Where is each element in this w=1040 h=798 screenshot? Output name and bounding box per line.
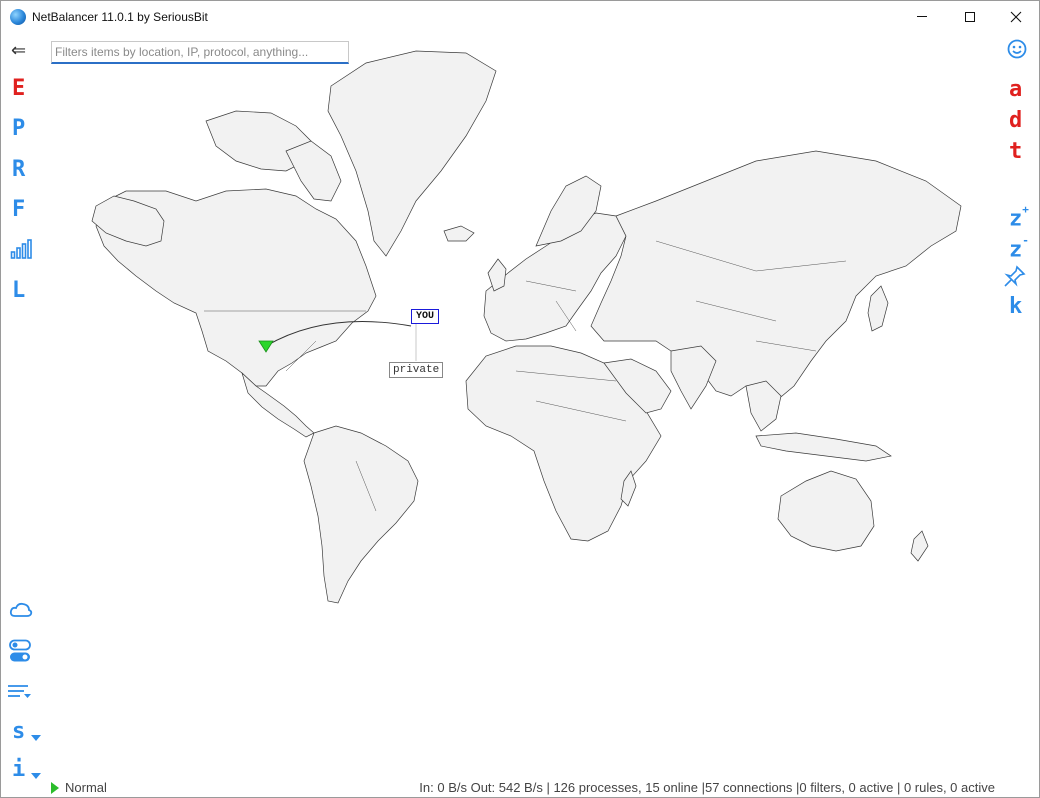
globe-icon: [10, 8, 26, 25]
pin-icon[interactable]: [1004, 265, 1026, 292]
sidebar-button-r[interactable]: R: [12, 158, 25, 182]
sidebar-button-e[interactable]: E: [12, 77, 25, 101]
smiley-icon[interactable]: [1007, 39, 1027, 64]
toggles-icon[interactable]: [9, 639, 31, 668]
sidebar-button-l[interactable]: L: [12, 279, 25, 303]
indonesia: [755, 432, 892, 462]
you-label[interactable]: YOU: [411, 309, 440, 324]
bar-chart-icon[interactable]: [10, 238, 32, 265]
minimize-button[interactable]: [899, 1, 945, 32]
cloud-icon[interactable]: [9, 601, 33, 624]
status-bar: Normal In: 0 B/s Out: 542 B/s | 126 proc…: [1, 777, 1039, 797]
zoom-out-sup: -: [1022, 234, 1029, 247]
sidebar-button-s[interactable]: s: [12, 720, 25, 744]
menu-lines-icon[interactable]: [8, 684, 32, 705]
sidebar-button-a[interactable]: a: [1009, 78, 1022, 102]
greenland: [327, 50, 497, 257]
india: [670, 345, 717, 410]
zoom-out-label: z: [1009, 237, 1023, 263]
zoom-in-sup: +: [1022, 203, 1029, 216]
asia: [590, 150, 962, 404]
chevron-down-icon[interactable]: [31, 728, 41, 746]
mode-label: Normal: [65, 780, 107, 795]
sidebar-button-p[interactable]: P: [12, 117, 25, 141]
baffin-island: [285, 140, 342, 202]
s-label: s: [12, 719, 26, 744]
sidebar-button-k[interactable]: k: [1009, 295, 1022, 319]
new-zealand: [910, 530, 929, 562]
close-button[interactable]: [993, 1, 1039, 32]
maximize-button[interactable]: [947, 1, 993, 32]
play-icon: [51, 781, 59, 794]
world-map[interactable]: [56, 41, 986, 611]
japan: [867, 285, 889, 332]
australia: [777, 470, 875, 552]
zoom-in-button[interactable]: z+: [1009, 202, 1029, 231]
status-stats: In: 0 B/s Out: 542 B/s | 126 processes, …: [419, 780, 995, 795]
zoom-in-label: z: [1009, 206, 1023, 232]
private-label[interactable]: private: [389, 362, 444, 378]
sidebar-button-d[interactable]: d: [1009, 109, 1022, 133]
close-icon: [1010, 11, 1022, 22]
maximize-icon: [965, 11, 975, 22]
south-america: [303, 425, 419, 604]
sidebar-button-f[interactable]: F: [12, 198, 25, 222]
central-america: [241, 371, 315, 438]
app-window: NetBalancer 11.0.1 by SeriousBit Filters…: [0, 0, 1040, 798]
zoom-out-button[interactable]: z-: [1009, 233, 1029, 262]
back-button[interactable]: ⇐: [11, 39, 26, 63]
uk: [487, 258, 507, 292]
sidebar-button-t[interactable]: t: [1009, 140, 1022, 164]
window-title: NetBalancer 11.0.1 by SeriousBit: [32, 9, 208, 24]
minimize-icon: [917, 16, 927, 17]
title-bar: NetBalancer 11.0.1 by SeriousBit: [1, 1, 1039, 32]
iceland: [443, 225, 475, 242]
mode-indicator[interactable]: Normal: [51, 780, 107, 795]
